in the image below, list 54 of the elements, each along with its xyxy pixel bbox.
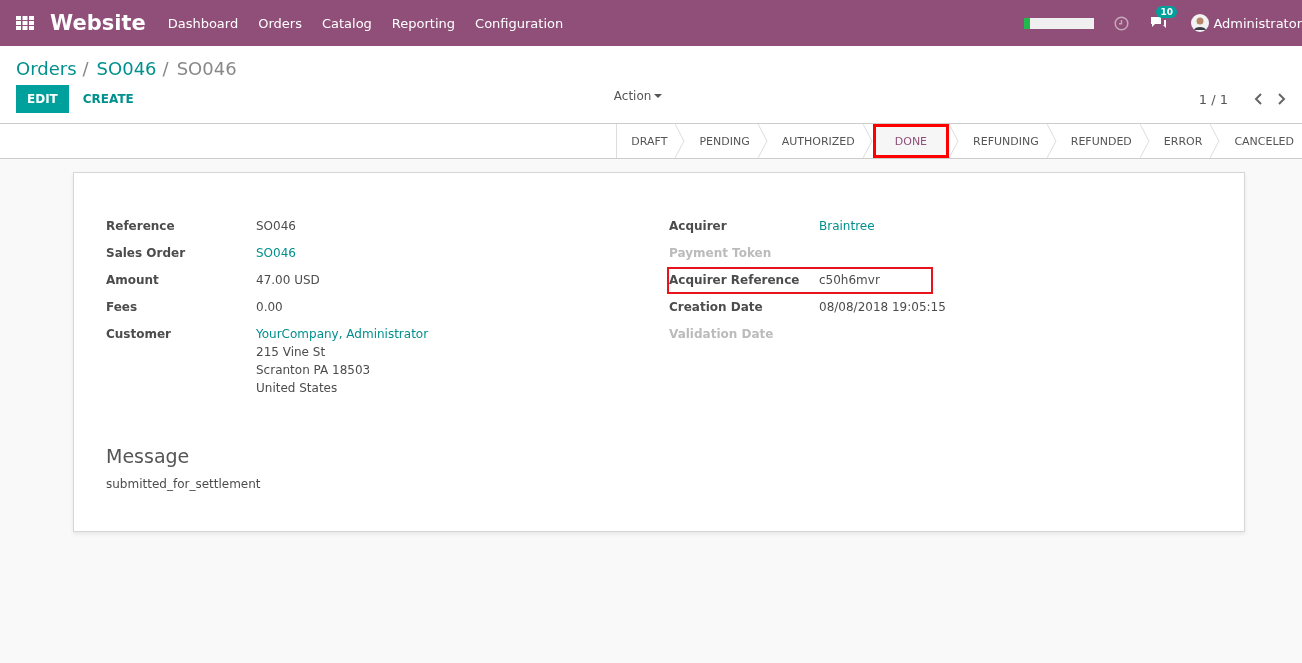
- edit-button[interactable]: EDIT: [16, 85, 69, 113]
- field-label: Acquirer: [669, 218, 728, 235]
- menu-item[interactable]: Configuration: [475, 15, 564, 31]
- chevron-divider-icon: [949, 124, 960, 158]
- message-text: submitted_for_settlement: [106, 477, 262, 491]
- menu-item[interactable]: Dashboard: [167, 15, 239, 31]
- next-icon[interactable]: [1276, 93, 1286, 105]
- breadcrumb-link[interactable]: Orders: [16, 58, 77, 79]
- apps-menu-icon[interactable]: [16, 16, 34, 30]
- clock-icon[interactable]: [1114, 15, 1130, 31]
- chevron-divider-icon: [1210, 124, 1221, 158]
- field-label: Reference: [106, 218, 176, 235]
- action-dropdown[interactable]: Action: [607, 88, 669, 104]
- breadcrumb-link[interactable]: SO046: [96, 58, 157, 79]
- message-count-badge: 10: [1156, 6, 1177, 18]
- field-label: Creation Date: [669, 299, 764, 316]
- user-name[interactable]: Administrator: [1213, 15, 1302, 31]
- field-value: SO046: [256, 218, 296, 235]
- app-title: Website: [50, 11, 146, 35]
- field-link[interactable]: YourCompany, Administrator: [256, 325, 429, 343]
- status-step[interactable]: DONE: [872, 124, 950, 158]
- menu-item[interactable]: Orders: [258, 15, 302, 31]
- chevron-divider-icon: [862, 124, 873, 158]
- field-link[interactable]: SO046: [256, 244, 296, 262]
- field-label: Acquirer Reference: [669, 272, 801, 289]
- field-value: Scranton PA 18503: [256, 362, 372, 379]
- menu-item[interactable]: Reporting: [391, 15, 456, 31]
- pager-text: 1 / 1: [1198, 91, 1228, 107]
- create-button[interactable]: CREATE: [68, 92, 148, 106]
- section-title: Message: [106, 445, 191, 467]
- chevron-divider-icon: [675, 124, 686, 158]
- chevron-divider-icon: [757, 124, 768, 158]
- field-value: United States: [256, 380, 339, 397]
- field-label: Customer: [106, 326, 173, 343]
- field-value: c50h6mvr: [819, 272, 880, 289]
- field-label: Payment Token: [669, 245, 773, 262]
- chevron-divider-icon: [1139, 124, 1150, 158]
- field-value: 0.00: [256, 299, 283, 316]
- chevron-divider-icon: [1046, 124, 1057, 158]
- field-label: Fees: [106, 299, 139, 316]
- breadcrumb-separator: /: [162, 58, 169, 79]
- field-label: Validation Date: [669, 326, 775, 343]
- field-value: 08/08/2018 19:05:15: [819, 299, 946, 316]
- caret-icon: [654, 93, 663, 99]
- current-page-title: SO046: [176, 58, 237, 79]
- field-label: Sales Order: [106, 245, 187, 262]
- menu-item[interactable]: Catalog: [321, 15, 372, 31]
- breadcrumb-separator: /: [82, 58, 89, 79]
- field-label: Amount: [106, 272, 160, 289]
- avatar-icon[interactable]: [1191, 14, 1210, 32]
- previous-icon[interactable]: [1254, 93, 1264, 105]
- field-link[interactable]: Braintree: [819, 217, 875, 235]
- field-value: 215 Vine St: [256, 344, 327, 361]
- field-value: 47.00 USD: [256, 272, 320, 289]
